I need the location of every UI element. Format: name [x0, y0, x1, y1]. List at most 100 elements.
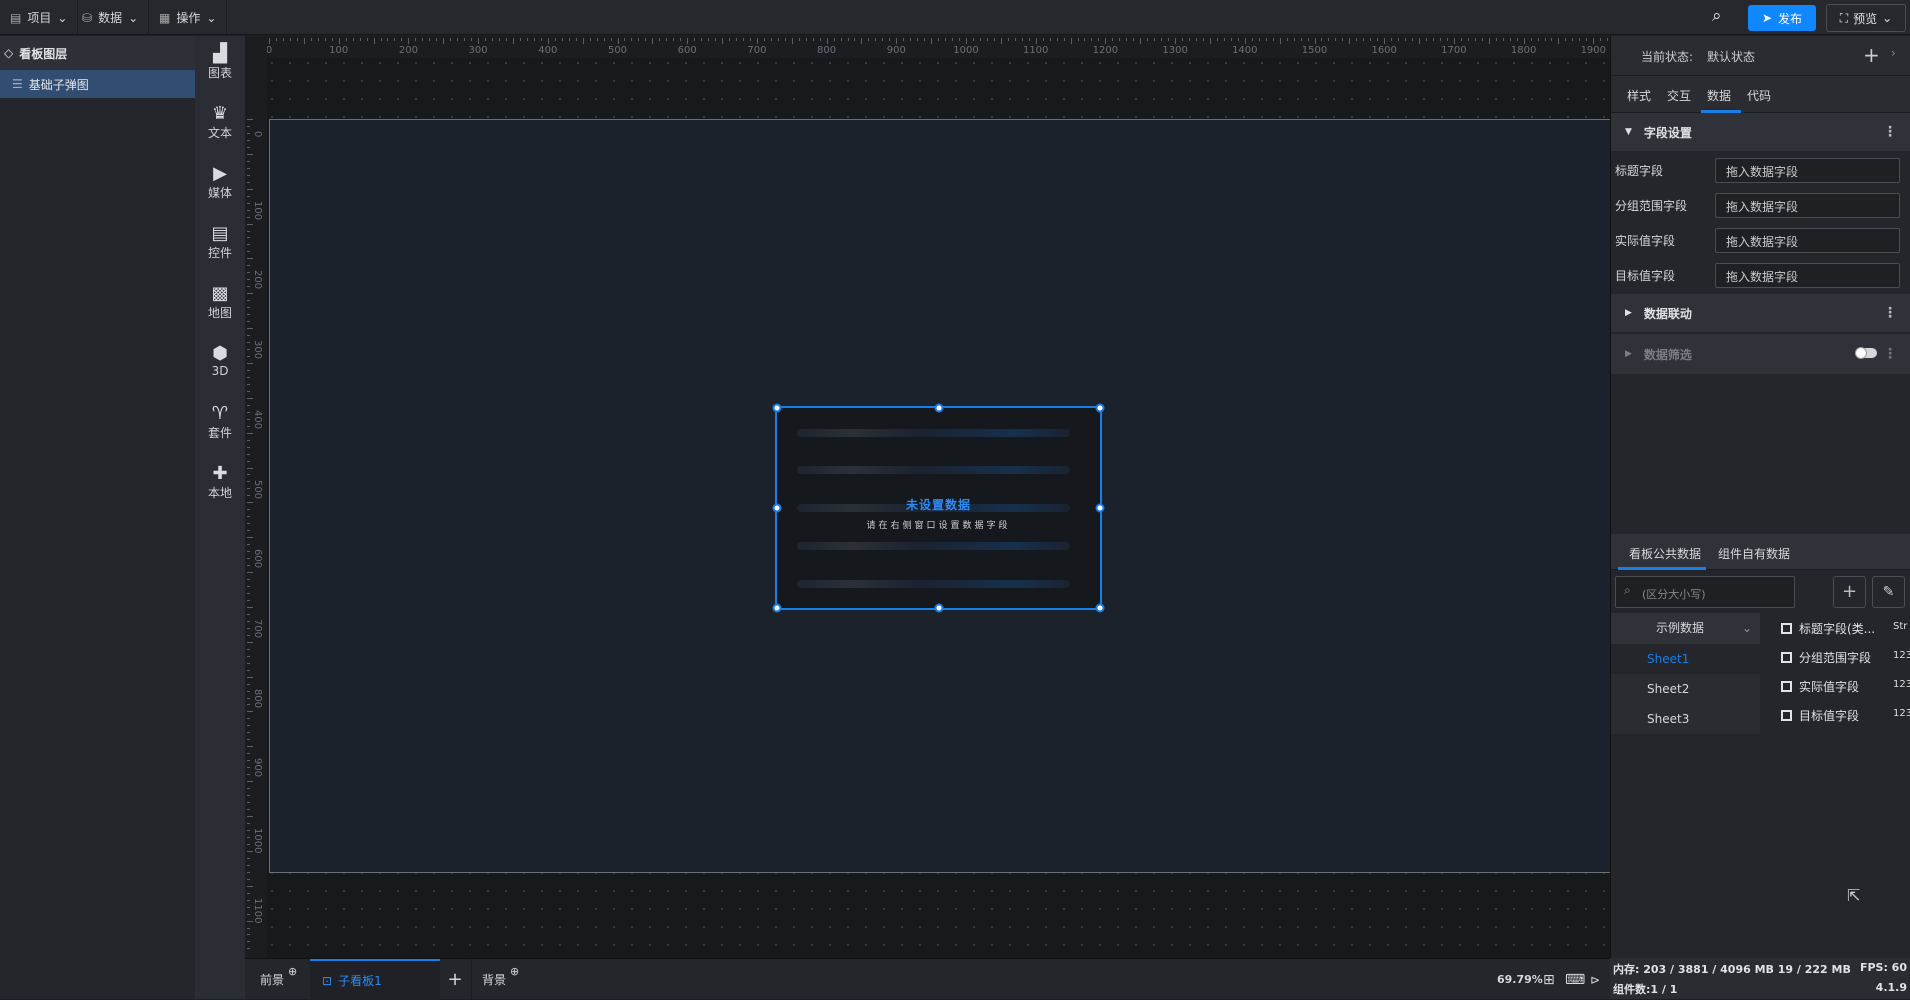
column-item[interactable]: 分组范围字段	[1781, 649, 1909, 666]
tab-3[interactable]: 代码	[1747, 87, 1771, 104]
resize-handle[interactable]	[772, 603, 782, 613]
ruler-tick	[247, 864, 250, 866]
data-linkage-header[interactable]: ▶ 数据联动 ⋮	[1611, 294, 1910, 333]
more-icon[interactable]: ⋮	[1883, 346, 1897, 362]
ruler-tick	[694, 38, 696, 41]
data-filter-header[interactable]: ▶ 数据筛选 ⋮	[1611, 334, 1910, 374]
background-tab[interactable]: 背景 ⊕	[471, 959, 531, 1000]
ruler-tick	[1439, 38, 1441, 41]
column-type: Str	[1893, 621, 1908, 632]
data-tab-0[interactable]: 看板公共数据	[1629, 545, 1701, 562]
zoom-level[interactable]: 69.79%	[1497, 959, 1543, 1000]
tab-0[interactable]: 样式	[1627, 87, 1651, 104]
preview-button[interactable]: ⛶ 预览 ⌄	[1826, 4, 1906, 32]
tool-control[interactable]: ▤ 控件	[195, 224, 245, 261]
resize-handle[interactable]	[934, 603, 943, 613]
caret-right-icon: ▶	[1625, 349, 1632, 359]
publish-button[interactable]: ➤ 发布	[1748, 5, 1816, 31]
more-icon[interactable]: ⋮	[1883, 124, 1897, 140]
tool-shirt[interactable]: ♈ 套件	[195, 404, 245, 441]
tool-map[interactable]: ▩ 地图	[195, 284, 245, 321]
ruler-tick	[1412, 38, 1414, 41]
checkbox[interactable]	[1781, 710, 1792, 721]
column-item[interactable]: 标题字段(类...	[1781, 620, 1909, 637]
menu-operation[interactable]: ▦ 操作 ⌄	[149, 0, 228, 35]
tool-media[interactable]: ▶ 媒体	[195, 164, 245, 201]
checkbox[interactable]	[1781, 623, 1792, 634]
ruler-tick	[247, 404, 250, 406]
send-icon: ➤	[1761, 11, 1773, 25]
component-count: 组件数:1 / 1	[1613, 983, 1678, 996]
tool-text[interactable]: ♛ 文本	[195, 104, 245, 141]
checkbox[interactable]	[1781, 681, 1792, 692]
ruler-tick	[798, 38, 800, 41]
field-drop-input[interactable]: 拖入数据字段	[1715, 193, 1900, 218]
tool-chart[interactable]: ▟ 图表	[195, 44, 245, 81]
ruler-tick	[247, 446, 250, 448]
resize-handle[interactable]	[1095, 603, 1105, 613]
resize-handle[interactable]	[772, 503, 782, 513]
resize-handle[interactable]	[934, 403, 943, 413]
checkbox[interactable]	[1781, 652, 1792, 663]
terminal-icon[interactable]: ⊳	[1590, 959, 1600, 1000]
ruler-tick	[401, 38, 403, 41]
foreground-tab[interactable]: 前景 ⊕	[250, 959, 310, 1000]
tool-puzzle[interactable]: ✚ 本地	[195, 464, 245, 501]
ruler-tick	[415, 38, 417, 41]
sheet-item[interactable]: Sheet2	[1611, 674, 1760, 704]
subboard-tab[interactable]: ⊡ 子看板1	[310, 959, 440, 1000]
add-circle-icon[interactable]: ⊕	[288, 965, 297, 978]
ruler-tick	[533, 38, 535, 41]
ruler-tick	[889, 38, 891, 41]
tab-1[interactable]: 交互	[1667, 87, 1691, 104]
menu-data[interactable]: ⛁ 数据 ⌄	[72, 0, 150, 35]
field-settings-header[interactable]: ▼ 字段设置 ⋮	[1611, 113, 1910, 151]
fit-screen-icon[interactable]: ⊞	[1543, 959, 1555, 1000]
ruler-tick	[359, 38, 361, 41]
state-value[interactable]: 默认状态	[1707, 48, 1755, 65]
edit-icon[interactable]: ✎	[1872, 576, 1905, 608]
add-data-button[interactable]: +	[1833, 576, 1866, 608]
ruler-tick	[247, 335, 250, 337]
ruler-vertical: 0 100 200 300 400 500 600 700 800 900 1000 1100	[245, 36, 267, 958]
tool-cube[interactable]: ⬢ 3D	[195, 344, 245, 379]
keyboard-icon[interactable]: ⌨	[1565, 959, 1585, 1000]
bullet-chart-widget[interactable]: 未设置数据 请在右侧窗口设置数据字段	[772, 403, 1105, 613]
add-tab-button[interactable]: +	[440, 959, 470, 1000]
ruler-tick	[1070, 38, 1072, 44]
dataset-select[interactable]: 示例数据 ⌄	[1611, 613, 1760, 644]
chevron-right-icon[interactable]: ›	[1891, 46, 1896, 60]
ruler-tick	[247, 711, 253, 713]
ruler-tick	[247, 188, 253, 190]
ruler-label: 1500	[1301, 45, 1328, 56]
subboard-label: 子看板1	[338, 974, 382, 988]
search-field[interactable]: ⌕ (区分大小写)	[1615, 576, 1795, 608]
column-item[interactable]: 实际值字段	[1781, 678, 1909, 695]
ruler-tick	[624, 38, 626, 41]
field-drop-input[interactable]: 拖入数据字段	[1715, 158, 1900, 183]
add-circle-icon[interactable]: ⊕	[510, 965, 519, 978]
layer-item[interactable]: ☰ 基础子弹图	[0, 70, 195, 98]
add-state-icon[interactable]: +	[1863, 43, 1880, 67]
ruler-tick	[1495, 38, 1497, 41]
resize-handle[interactable]	[1095, 503, 1105, 513]
menu-project[interactable]: ▤ 项目 ⌄	[0, 0, 79, 35]
background-label: 背景	[482, 973, 507, 987]
column-item[interactable]: 目标值字段	[1781, 707, 1909, 724]
tool-label: 文本	[207, 126, 232, 140]
resize-handle[interactable]	[772, 403, 782, 413]
ruler-tick	[1405, 38, 1407, 41]
search-icon[interactable]: ⌕	[1712, 6, 1722, 26]
ruler-tick	[247, 516, 250, 518]
more-icon[interactable]: ⋮	[1883, 305, 1897, 321]
bottom-bar: 前景 ⊕ ⊡ 子看板1 + 背景 ⊕ 69.79% ⊞ ⌨ ⊳	[245, 958, 1610, 1000]
tab-2[interactable]: 数据	[1707, 87, 1731, 104]
sheet-item[interactable]: Sheet1	[1611, 644, 1760, 674]
field-drop-input[interactable]: 拖入数据字段	[1715, 263, 1900, 288]
filter-toggle[interactable]	[1855, 347, 1877, 359]
sheet-item[interactable]: Sheet3	[1611, 704, 1760, 734]
field-drop-input[interactable]: 拖入数据字段	[1715, 228, 1900, 253]
layers-icon: ◇	[4, 46, 14, 60]
resize-handle[interactable]	[1095, 403, 1105, 413]
data-tab-1[interactable]: 组件自有数据	[1718, 545, 1790, 562]
